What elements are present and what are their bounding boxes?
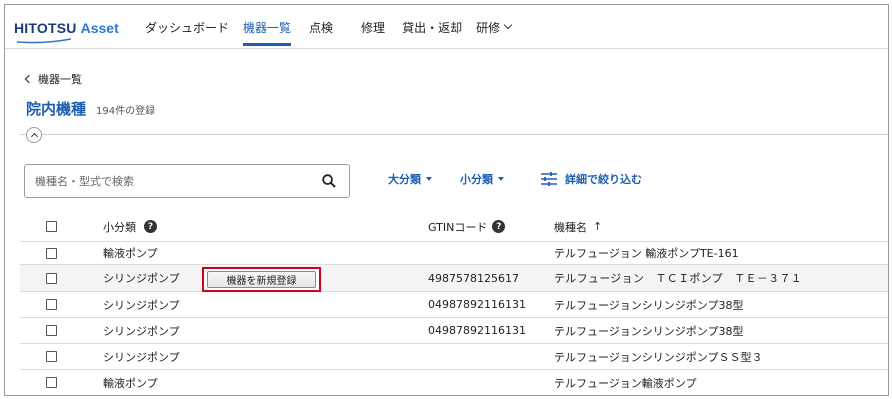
name-cell: テルフュージョン輸液ポンプ [554,376,697,390]
gtin-cell: 04987892116131 [428,298,526,311]
search-input[interactable] [35,165,305,197]
select-all-checkbox[interactable] [46,221,57,232]
nav-dashboard-label: ダッシュボード [145,20,230,35]
search-icon[interactable] [322,174,336,188]
category-cell: シリンジポンプ [103,298,180,312]
name-cell: テルフュージョンシリンジポンプ38型 [554,324,744,338]
row-checkbox[interactable] [46,325,57,336]
logo-swoosh-icon [16,38,72,44]
equipment-table: 小分類 ? GTINコード ? 機種名 ↑ 輸液ポンプ テルフュージョン 輸液ポ… [20,212,888,395]
table-row[interactable]: シリンジポンプ テルフュージョンシリンジポンプＳＳ型３ [20,344,888,370]
name-cell: テルフュージョン 輸液ポンプTE-161 [554,247,739,260]
table-header-row: 小分類 ? GTINコード ? 機種名 ↑ [20,212,888,242]
name-cell: テルフュージョンシリンジポンプＳＳ型３ [554,350,763,364]
new-register-highlight: 機器を新規登録 [202,267,321,292]
row-select-cell [46,292,57,317]
row-select-cell [46,318,57,343]
chevron-up-icon [30,132,38,140]
table-row[interactable]: シリンジポンプ 04987892116131 テルフュージョンシリンジポンプ38… [20,292,888,318]
logo-sub-text: Asset [80,20,119,36]
caret-down-icon [498,177,504,181]
section-divider [20,134,888,135]
nav-training-label: 研修 [476,20,501,35]
select-all-cell [46,212,57,241]
help-icon[interactable]: ? [144,220,157,233]
row-checkbox[interactable] [46,272,57,284]
new-register-button[interactable]: 機器を新規登録 [207,271,316,288]
row-checkbox[interactable] [46,377,57,388]
table-row[interactable]: 輸液ポンプ テルフュージョン輸液ポンプ [20,370,888,395]
chevron-down-icon [503,20,513,30]
search-box [24,164,350,198]
back-link-label: 機器一覧 [38,73,82,86]
help-icon[interactable]: ? [492,220,506,233]
row-checkbox[interactable] [46,299,57,310]
gtin-cell: 4987578125617 [428,271,519,285]
logo-main-text: HITOTSU [14,20,77,36]
row-checkbox[interactable] [46,351,57,362]
major-category-dropdown[interactable]: 大分類 [388,171,432,187]
gtin-cell: 04987892116131 [428,324,526,337]
page-title: 院内機種 [26,100,87,118]
name-header-label: 機種名 [554,220,587,234]
nav-training[interactable]: 研修 [476,5,513,49]
detail-filter-button[interactable]: 詳細で絞り込む [541,171,642,187]
main-nav: ダッシュボード 機器一覧 点検 修理 貸出・返却 研修 [145,5,513,49]
top-header: HITOTSU Asset ダッシュボード 機器一覧 点検 修理 貸出・返却 研… [5,5,888,49]
nav-equipment-list-label: 機器一覧 [243,20,292,35]
registration-count: 194件の登録 [96,106,156,117]
gtin-column-header[interactable]: GTINコード ? [428,212,506,241]
row-select-cell [46,370,57,395]
tune-icon [541,172,557,186]
nav-dashboard[interactable]: ダッシュボード [145,5,229,49]
category-cell: 輸液ポンプ [103,247,158,260]
sort-ascending-icon[interactable]: ↑ [593,220,602,233]
table-row[interactable]: シリンジポンプ 4987578125617 テルフュージョン ＴＣＩポンプ ＴＥ… [20,265,888,292]
detail-filter-label: 詳細で絞り込む [565,173,642,186]
category-column-header[interactable]: 小分類 ? [103,212,157,241]
back-link[interactable]: 機器一覧 [24,71,82,87]
caret-down-icon [426,177,432,181]
category-header-label: 小分類 [103,220,136,234]
major-category-label: 大分類 [388,173,421,186]
category-cell: 輸液ポンプ [103,376,158,390]
table-row[interactable]: 輸液ポンプ テルフュージョン 輸液ポンプTE-161 [20,242,888,265]
name-cell: テルフュージョン ＴＣＩポンプ ＴＥ－３７１ [554,272,803,285]
nav-lending[interactable]: 貸出・返却 [402,5,462,49]
minor-category-label: 小分類 [460,173,493,186]
row-select-cell [46,242,57,264]
nav-inspection[interactable]: 点検 [309,5,333,49]
collapse-button[interactable] [26,127,42,143]
nav-repair[interactable]: 修理 [361,5,385,49]
category-cell: シリンジポンプ [103,272,180,285]
category-cell: シリンジポンプ [103,324,180,338]
name-cell: テルフュージョンシリンジポンプ38型 [554,298,744,312]
row-checkbox[interactable] [46,247,57,259]
nav-inspection-label: 点検 [309,20,334,35]
nav-repair-label: 修理 [361,20,386,35]
gtin-header-label: GTINコード [428,220,488,234]
name-column-header[interactable]: 機種名 ↑ [554,212,602,241]
minor-category-dropdown[interactable]: 小分類 [460,171,504,187]
page-heading: 院内機種 194件の登録 [26,98,155,119]
nav-lending-label: 貸出・返却 [402,20,463,35]
nav-equipment-list[interactable]: 機器一覧 [243,5,292,49]
table-row[interactable]: シリンジポンプ 04987892116131 テルフュージョンシリンジポンプ38… [20,318,888,344]
category-cell: シリンジポンプ [103,350,180,364]
row-select-cell [46,344,57,369]
row-select-cell [46,265,57,291]
app-window: HITOTSU Asset ダッシュボード 機器一覧 点検 修理 貸出・返却 研… [4,4,889,396]
app-logo[interactable]: HITOTSU Asset [14,20,119,44]
chevron-left-icon [24,74,34,84]
